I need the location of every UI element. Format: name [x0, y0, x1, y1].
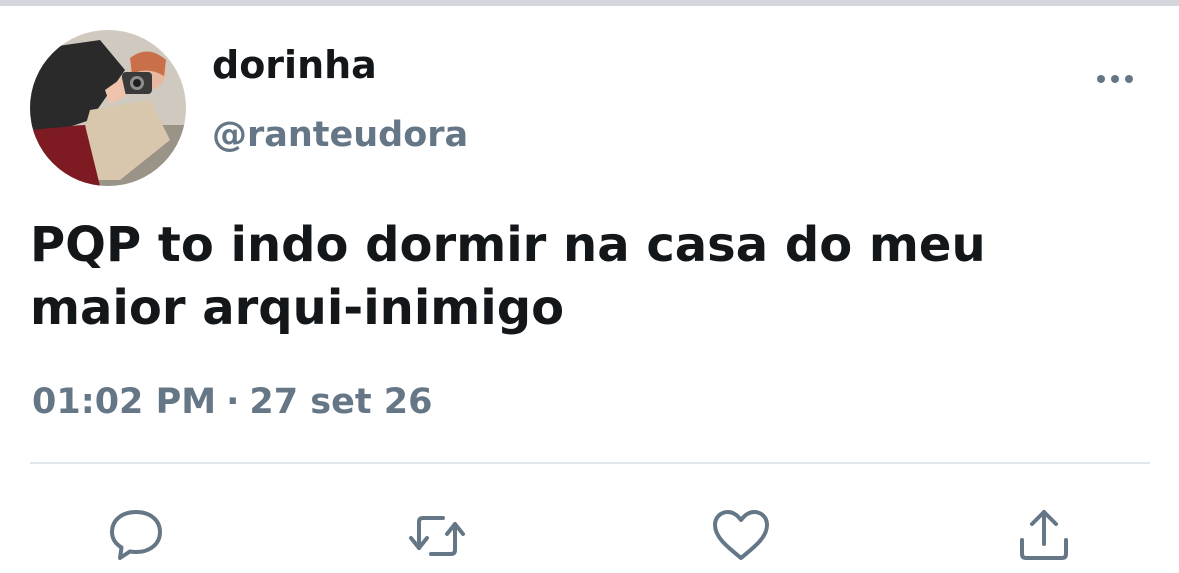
- tweet-text: PQP to indo dormir na casa do meu maior …: [30, 214, 1130, 340]
- tweet-date: 27 set 26: [249, 382, 433, 422]
- tweet-timestamp[interactable]: 01:02 PM · 27 set 26: [32, 380, 432, 424]
- avatar[interactable]: [30, 30, 186, 186]
- tweet-time: 01:02 PM: [32, 382, 217, 422]
- meta-separator: ·: [226, 382, 240, 422]
- reply-button[interactable]: [104, 504, 168, 568]
- tweet-text-line: maior arqui-inimigo: [30, 280, 565, 336]
- top-border: [0, 0, 1179, 6]
- retweet-button[interactable]: [405, 504, 469, 568]
- reply-bubble-icon: [110, 510, 162, 560]
- share-button[interactable]: [1012, 504, 1076, 568]
- user-handle[interactable]: @ranteudora: [212, 112, 468, 158]
- tweet-text-line: PQP to indo dormir na casa do meu: [30, 217, 986, 273]
- avatar-image: [30, 30, 186, 186]
- more-options-icon[interactable]: [1090, 62, 1140, 96]
- heart-icon: [713, 510, 769, 560]
- divider: [30, 462, 1150, 464]
- retweet-arrows-icon: [409, 516, 465, 556]
- display-name[interactable]: dorinha: [212, 42, 377, 88]
- share-upload-icon: [1020, 510, 1068, 560]
- like-button[interactable]: [709, 504, 773, 568]
